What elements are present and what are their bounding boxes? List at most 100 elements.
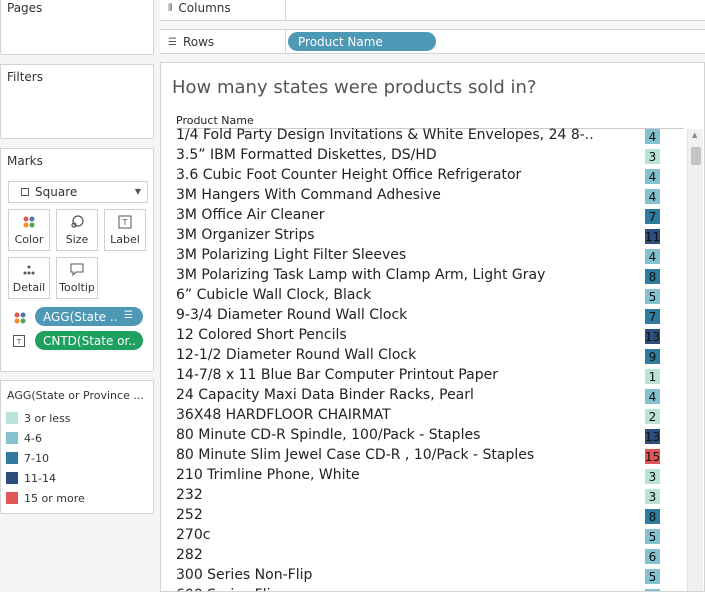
state-count-mark[interactable]: 3 — [645, 489, 660, 504]
color-button[interactable]: Color — [8, 209, 50, 251]
size-button[interactable]: Size — [56, 209, 98, 251]
product-name-cell[interactable]: 270c — [176, 527, 210, 543]
detail-button[interactable]: Detail — [8, 257, 50, 299]
state-count-mark[interactable]: 13 — [645, 329, 660, 344]
table-row[interactable]: 24 Capacity Maxi Data Binder Racks, Pear… — [161, 386, 686, 406]
vertical-scrollbar[interactable]: ▲ — [687, 129, 703, 591]
table-row[interactable]: 12 Colored Short Pencils 13 — [161, 326, 686, 346]
size-icon — [70, 215, 84, 229]
color-pill[interactable]: AGG(State .. ☰ — [35, 307, 143, 326]
table-row[interactable]: 80 Minute CD-R Spindle, 100/Pack - Stapl… — [161, 426, 686, 446]
state-count-mark[interactable]: 8 — [645, 269, 660, 284]
state-count-mark[interactable]: 3 — [645, 469, 660, 484]
product-name-cell[interactable]: 24 Capacity Maxi Data Binder Racks, Pear… — [176, 387, 474, 403]
state-count-mark[interactable]: 9 — [645, 349, 660, 364]
product-name-cell[interactable]: 3.5” IBM Formatted Diskettes, DS/HD — [176, 147, 437, 163]
state-count-mark[interactable]: 5 — [645, 569, 660, 584]
scroll-up-icon[interactable]: ▲ — [692, 131, 697, 139]
product-name-cell[interactable]: 80 Minute CD-R Spindle, 100/Pack - Stapl… — [176, 427, 480, 443]
pages-card[interactable]: Pages — [0, 0, 154, 55]
table-row[interactable]: 12-1/2 Diameter Round Wall Clock 9 — [161, 346, 686, 366]
product-name-cell[interactable]: 210 Trimline Phone, White — [176, 467, 360, 483]
product-name-cell[interactable]: 3M Organizer Strips — [176, 227, 315, 243]
legend-item[interactable]: 11-14 — [1, 468, 153, 488]
scroll-thumb[interactable] — [691, 147, 701, 165]
legend-item[interactable]: 15 or more — [1, 488, 153, 508]
state-count-mark[interactable]: 11 — [645, 229, 660, 244]
table-row[interactable]: 3.5” IBM Formatted Diskettes, DS/HD 3 — [161, 146, 686, 166]
state-count-mark[interactable]: 4 — [645, 129, 660, 144]
table-row[interactable]: 210 Trimline Phone, White 3 — [161, 466, 686, 486]
table-row[interactable]: 3M Polarizing Task Lamp with Clamp Arm, … — [161, 266, 686, 286]
product-name-cell[interactable]: 9-3/4 Diameter Round Wall Clock — [176, 307, 407, 323]
state-count-mark[interactable]: 7 — [645, 309, 660, 324]
state-count-mark[interactable]: 5 — [645, 529, 660, 544]
detail-icon — [22, 263, 36, 277]
table-row[interactable]: 3.6 Cubic Foot Counter Height Office Ref… — [161, 166, 686, 186]
product-name-cell[interactable]: 232 — [176, 487, 203, 503]
product-name-cell[interactable]: 3M Polarizing Light Filter Sleeves — [176, 247, 406, 263]
product-name-cell[interactable]: 6” Cubicle Wall Clock, Black — [176, 287, 371, 303]
mark-type-dropdown[interactable]: Square ▼ — [8, 181, 148, 203]
state-count-mark[interactable]: 1 — [645, 369, 660, 384]
legend-item[interactable]: 3 or less — [1, 408, 153, 428]
filters-card[interactable]: Filters — [0, 64, 154, 139]
product-name-cell[interactable]: 300 Series Non-Flip — [176, 567, 312, 583]
product-name-cell[interactable]: 12 Colored Short Pencils — [176, 327, 347, 343]
table-row[interactable]: 9-3/4 Diameter Round Wall Clock 7 — [161, 306, 686, 326]
table-row[interactable]: 6” Cubicle Wall Clock, Black 5 — [161, 286, 686, 306]
table-row[interactable]: 14-7/8 x 11 Blue Bar Computer Printout P… — [161, 366, 686, 386]
label-button[interactable]: T Label — [104, 209, 146, 251]
table-row[interactable]: 282 6 — [161, 546, 686, 566]
product-name-cell[interactable]: 3M Office Air Cleaner — [176, 207, 325, 223]
label-button-label: Label — [110, 233, 140, 246]
legend-item[interactable]: 7-10 — [1, 448, 153, 468]
product-name-cell[interactable]: 252 — [176, 507, 203, 523]
product-name-cell[interactable]: 14-7/8 x 11 Blue Bar Computer Printout P… — [176, 367, 498, 383]
table-row[interactable]: 232 3 — [161, 486, 686, 506]
table-row[interactable]: 252 8 — [161, 506, 686, 526]
table-row[interactable]: 36X48 HARDFLOOR CHAIRMAT 2 — [161, 406, 686, 426]
state-count-mark[interactable]: 4 — [645, 389, 660, 404]
chevron-down-icon: ▼ — [134, 187, 141, 196]
state-count-mark[interactable]: 5 — [645, 289, 660, 304]
state-count-mark[interactable]: 4 — [645, 169, 660, 184]
product-name-cell[interactable]: 3M Hangers With Command Adhesive — [176, 187, 441, 203]
table-row[interactable]: 3M Organizer Strips 11 — [161, 226, 686, 246]
table-row[interactable]: 3M Polarizing Light Filter Sleeves 4 — [161, 246, 686, 266]
table-row[interactable]: 600 Series Flip — [161, 586, 686, 591]
columns-shelf[interactable]: ⦀ Columns — [160, 0, 705, 21]
product-name-cell[interactable]: 36X48 HARDFLOOR CHAIRMAT — [176, 407, 391, 423]
table-row[interactable]: 1/4 Fold Party Design Invitations & Whit… — [161, 126, 686, 146]
state-count-mark[interactable]: 4 — [645, 249, 660, 264]
state-count-mark[interactable]: 13 — [645, 429, 660, 444]
state-count-mark[interactable]: 8 — [645, 509, 660, 524]
state-count-mark[interactable]: 7 — [645, 209, 660, 224]
label-icon: T — [118, 215, 132, 229]
legend-swatch — [6, 432, 18, 444]
product-name-cell[interactable]: 3.6 Cubic Foot Counter Height Office Ref… — [176, 167, 521, 183]
product-name-cell[interactable]: 80 Minute Slim Jewel Case CD-R , 10/Pack… — [176, 447, 534, 463]
table-row[interactable]: 80 Minute Slim Jewel Case CD-R , 10/Pack… — [161, 446, 686, 466]
product-name-cell[interactable]: 600 Series Flip — [176, 587, 279, 591]
columns-icon: ⦀ — [168, 2, 173, 14]
rows-shelf[interactable]: ☰ Rows Product Name — [160, 29, 705, 54]
size-button-label: Size — [65, 233, 89, 246]
table-row[interactable]: 270c 5 — [161, 526, 686, 546]
product-name-cell[interactable]: 282 — [176, 547, 203, 563]
state-count-mark[interactable]: 3 — [645, 149, 660, 164]
label-pill[interactable]: CNTD(State or.. — [35, 331, 143, 350]
legend-item[interactable]: 4-6 — [1, 428, 153, 448]
state-count-mark[interactable]: 2 — [645, 409, 660, 424]
product-name-cell[interactable]: 1/4 Fold Party Design Invitations & Whit… — [176, 127, 594, 143]
product-name-cell[interactable]: 12-1/2 Diameter Round Wall Clock — [176, 347, 416, 363]
state-count-mark[interactable]: 4 — [645, 189, 660, 204]
state-count-mark[interactable]: 6 — [645, 549, 660, 564]
tooltip-button[interactable]: Tooltip — [56, 257, 98, 299]
table-row[interactable]: 3M Hangers With Command Adhesive 4 — [161, 186, 686, 206]
table-row[interactable]: 3M Office Air Cleaner 7 — [161, 206, 686, 226]
product-name-pill[interactable]: Product Name — [288, 32, 436, 51]
product-name-cell[interactable]: 3M Polarizing Task Lamp with Clamp Arm, … — [176, 267, 545, 283]
state-count-mark[interactable]: 15 — [645, 449, 660, 464]
table-row[interactable]: 300 Series Non-Flip 5 — [161, 566, 686, 586]
